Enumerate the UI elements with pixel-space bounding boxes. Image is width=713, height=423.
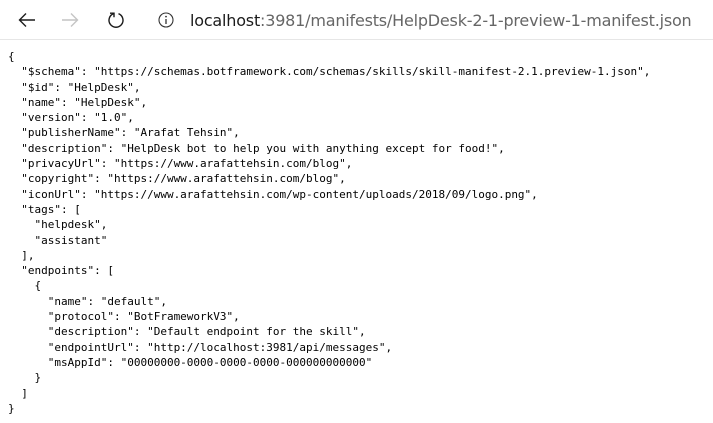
- refresh-button[interactable]: [100, 4, 132, 36]
- json-line: {: [8, 279, 42, 293]
- json-line: "name": "default",: [8, 294, 167, 308]
- json-line: }: [8, 401, 15, 415]
- json-line: "publisherName": "Arafat Tehsin",: [8, 126, 240, 140]
- back-arrow-icon: [18, 13, 35, 27]
- json-line: "msAppId": "00000000-0000-0000-0000-0000…: [8, 355, 373, 369]
- json-line: }: [8, 371, 42, 385]
- json-line: "description": "HelpDesk bot to help you…: [8, 141, 505, 155]
- url-host: localhost: [190, 10, 261, 30]
- json-content: { "$schema": "https://schemas.botframewo…: [8, 49, 650, 416]
- json-line: "helpdesk",: [8, 218, 108, 232]
- info-icon[interactable]: [158, 12, 174, 28]
- json-line: "$schema": "https://schemas.botframework…: [8, 65, 651, 79]
- json-line: "privacyUrl": "https://www.arafattehsin.…: [8, 157, 353, 171]
- json-line: "copyright": "https://www.arafattehsin.c…: [8, 172, 346, 186]
- address-bar[interactable]: localhost:3981/manifests/HelpDesk-2-1-pr…: [146, 4, 713, 36]
- json-line: "description": "Default endpoint for the…: [8, 325, 366, 339]
- json-line: ],: [8, 248, 35, 262]
- json-line: "iconUrl": "https://www.arafattehsin.com…: [8, 187, 538, 201]
- forward-button[interactable]: [54, 4, 86, 36]
- json-line: "version": "1.0",: [8, 111, 134, 125]
- json-line: "tags": [: [8, 202, 81, 216]
- back-button[interactable]: [11, 4, 43, 36]
- json-line: ]: [8, 386, 28, 400]
- json-line: "$id": "HelpDesk",: [8, 80, 141, 94]
- json-line: "endpoints": [: [8, 264, 114, 278]
- url-text[interactable]: localhost:3981/manifests/HelpDesk-2-1-pr…: [190, 11, 692, 30]
- refresh-icon: [108, 12, 124, 28]
- json-line: "assistant": [8, 233, 108, 247]
- json-line: "protocol": "BotFrameworkV3",: [8, 310, 240, 324]
- url-path: :3981/manifests/HelpDesk-2-1-preview-1-m…: [260, 10, 692, 30]
- json-line: "endpointUrl": "http://localhost:3981/ap…: [8, 340, 393, 354]
- json-line: "name": "HelpDesk",: [8, 95, 148, 109]
- browser-toolbar: localhost:3981/manifests/HelpDesk-2-1-pr…: [0, 0, 713, 40]
- forward-arrow-icon: [62, 13, 79, 27]
- json-line: {: [8, 50, 15, 63]
